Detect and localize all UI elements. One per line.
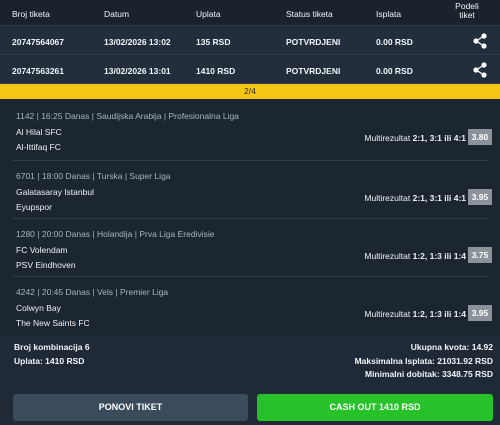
odd-badge: 3.95	[468, 305, 492, 321]
min-win: Minimalni dobitak: 3348.75 RSD	[364, 369, 493, 379]
combinations-count: Broj kombinacija 6	[14, 342, 90, 352]
ticket-payout: 0.00 RSD	[376, 37, 413, 47]
ticket-status: POTVRDJENI	[286, 66, 341, 76]
pager-indicator: 2/4	[244, 86, 256, 96]
bet-market: Multirezultat	[364, 193, 411, 203]
bet-market: Multirezultat	[364, 309, 411, 319]
home-team: Al Hilal SFC	[16, 127, 62, 137]
share-icon[interactable]	[471, 61, 489, 79]
ticket-row[interactable]: 20747563261 13/02/2026 13:01 1410 RSD PO…	[0, 56, 500, 84]
repeat-ticket-button[interactable]: PONOVI TIKET	[13, 394, 248, 421]
bet-market: Multirezultat	[364, 133, 411, 143]
ticket-number: 20747563261	[12, 66, 65, 76]
ticket-status: POTVRDJENI	[286, 37, 341, 47]
max-payout: Maksimalna Isplata: 21031.92 RSD	[354, 356, 493, 366]
home-team: FC Volendam	[16, 245, 68, 255]
home-team: Galatasaray Istanbul	[16, 187, 94, 197]
match-item: 1142 | 16:25 Danas | Saudijska Arabija |…	[5, 100, 495, 156]
header-status: Status tiketa	[286, 9, 333, 19]
bet-selection: Multirezultat 2:1, 3:1 ili 4:1	[364, 133, 466, 143]
odd-badge: 3.80	[468, 129, 492, 145]
share-icon[interactable]	[471, 32, 489, 50]
header-ticket-number: Broj tiketa	[12, 9, 50, 19]
away-team: Eyupspor	[16, 202, 52, 212]
bet-selection: Multirezultat 1:2, 1:3 ili 1:4	[364, 309, 466, 319]
ticket-stake: 135 RSD	[196, 37, 231, 47]
ticket-payout: 0.00 RSD	[376, 66, 413, 76]
match-item: 1280 | 20:00 Danas | Holandija | Prva Li…	[5, 218, 495, 274]
bet-market: Multirezultat	[364, 251, 411, 261]
away-team: Al-Ittifaq FC	[16, 142, 61, 152]
bet-pick: 1:2, 1:3 ili 1:4	[412, 251, 466, 261]
match-item: 6701 | 18:00 Danas | Turska | Super Liga…	[5, 160, 495, 216]
header-stake: Uplata	[196, 9, 221, 19]
away-team: PSV Eindhoven	[16, 260, 76, 270]
ticket-row[interactable]: 20747564067 13/02/2026 13:02 135 RSD POT…	[0, 27, 500, 55]
ticket-date: 13/02/2026 13:02	[104, 37, 171, 47]
summary-stake: Uplata: 1410 RSD	[14, 356, 85, 366]
match-info: 1142 | 16:25 Danas | Saudijska Arabija |…	[16, 111, 239, 121]
header-share-line2: tiket	[459, 10, 475, 20]
tickets-table-header: Broj tiketa Datum Uplata Status tiketa I…	[0, 0, 500, 26]
header-date: Datum	[104, 9, 130, 19]
cash-out-button[interactable]: CASH OUT 1410 RSD	[257, 394, 493, 421]
bet-pick: 2:1, 3:1 ili 4:1	[412, 193, 466, 203]
bet-selection: Multirezultat 1:2, 1:3 ili 1:4	[364, 251, 466, 261]
ticket-stake: 1410 RSD	[196, 66, 236, 76]
header-payout: Isplata	[376, 9, 402, 19]
ticket-pager[interactable]: 2/4	[0, 84, 500, 99]
odd-badge: 3.95	[468, 189, 492, 205]
bet-pick: 1:2, 1:3 ili 1:4	[412, 309, 466, 319]
match-info: 6701 | 18:00 Danas | Turska | Super Liga	[16, 171, 171, 181]
match-item: 4242 | 20:45 Danas | Vels | Premier Liga…	[5, 276, 495, 332]
match-info: 1280 | 20:00 Danas | Holandija | Prva Li…	[16, 229, 215, 239]
ticket-summary: Broj kombinacija 6 Uplata: 1410 RSD Ukup…	[0, 336, 500, 390]
ticket-number: 20747564067	[12, 37, 65, 47]
home-team: Colwyn Bay	[16, 303, 61, 313]
total-odd: Ukupna kvota: 14.92	[410, 342, 493, 352]
bet-selection: Multirezultat 2:1, 3:1 ili 4:1	[364, 193, 466, 203]
odd-badge: 3.75	[468, 247, 492, 263]
bet-pick: 2:1, 3:1 ili 4:1	[412, 133, 466, 143]
ticket-date: 13/02/2026 13:01	[104, 66, 171, 76]
match-info: 4242 | 20:45 Danas | Vels | Premier Liga	[16, 287, 169, 297]
ticket-matches-list: 1142 | 16:25 Danas | Saudijska Arabija |…	[0, 100, 500, 336]
header-share-ticket: Podeli tiket	[455, 2, 479, 20]
away-team: The New Saints FC	[16, 318, 90, 328]
